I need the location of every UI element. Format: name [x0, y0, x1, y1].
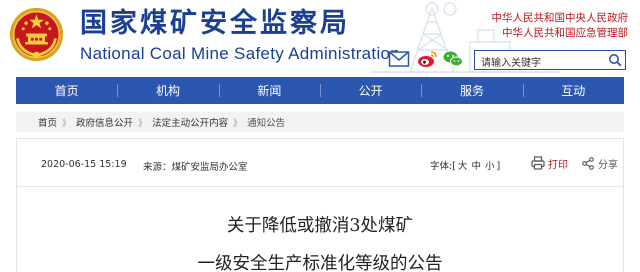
breadcrumb-current: 通知公告 [247, 118, 286, 129]
printer-icon [531, 156, 545, 170]
nav-item-news[interactable]: 新闻 [218, 77, 320, 104]
font-size-label: 字体: [430, 161, 453, 172]
search-icon[interactable] [608, 53, 622, 67]
font-size-bracket: [ [452, 161, 456, 172]
weibo-icon[interactable] [416, 49, 438, 69]
site-name-en: National Coal Mine Safety Administration [80, 44, 401, 63]
nav-item-service[interactable]: 服务 [421, 77, 522, 104]
font-size-medium[interactable]: 中 [471, 161, 481, 172]
link-central-government[interactable]: 中华人民共和国中央人民政府 [492, 11, 629, 26]
search-input[interactable] [475, 54, 603, 73]
wechat-icon[interactable] [442, 49, 464, 69]
share-button[interactable]: 分享 [582, 155, 618, 171]
font-size-small[interactable]: 小 [485, 161, 495, 172]
article-meta: 2020-06-15 15:19 来源：煤矿安监局办公室 字体:[大中小] 打印… [17, 139, 623, 187]
site-header: 国家煤矿安全监察局 National Coal Mine Safety Admi… [0, 0, 640, 75]
site-name-cn: 国家煤矿安全监察局 [80, 8, 350, 39]
breadcrumb-separator: 》 [138, 118, 148, 129]
search-box [474, 50, 626, 73]
print-button[interactable]: 打印 [531, 155, 568, 171]
breadcrumb-separator: 》 [62, 118, 72, 129]
font-size-control: 字体:[大中小] [430, 158, 500, 172]
publish-date: 2020-06-15 15:19 [41, 159, 127, 170]
link-ministry-emergency[interactable]: 中华人民共和国应急管理部 [492, 26, 628, 41]
print-label: 打印 [548, 159, 568, 171]
breadcrumb-separator: 》 [233, 118, 243, 129]
email-icon[interactable] [388, 49, 410, 69]
top-links: 中华人民共和国中央人民政府 中华人民共和国应急管理部 [492, 11, 629, 41]
article-title-line1: 关于降低或撤消3处煤矿 [226, 216, 414, 236]
nav-item-home[interactable]: 首页 [16, 77, 117, 104]
article-title-line2: 一级安全生产标准化等级的公告 [197, 254, 443, 272]
nav-item-public[interactable]: 公开 [319, 77, 421, 104]
breadcrumb-statutory[interactable]: 法定主动公开内容 [152, 115, 228, 129]
share-icon [582, 156, 594, 170]
breadcrumb-gov-info[interactable]: 政府信息公开 [76, 115, 133, 129]
nav-item-organization[interactable]: 机构 [117, 77, 218, 104]
breadcrumb-home[interactable]: 首页 [38, 115, 57, 129]
article-source: 来源：煤矿安监局办公室 [143, 162, 248, 173]
national-emblem-icon[interactable] [8, 6, 65, 63]
breadcrumb: 首页 》 政府信息公开 》 法定主动公开内容 》 通知公告 [16, 112, 624, 132]
font-size-large[interactable]: 大 [458, 161, 468, 172]
main-nav: 首页 机构 新闻 公开 服务 互动 [16, 77, 624, 104]
article-panel: 2020-06-15 15:19 来源：煤矿安监局办公室 字体:[大中小] 打印… [16, 138, 624, 272]
nav-item-interaction[interactable]: 互动 [522, 77, 624, 104]
share-label: 分享 [598, 159, 618, 171]
font-size-bracket: ] [496, 161, 501, 172]
